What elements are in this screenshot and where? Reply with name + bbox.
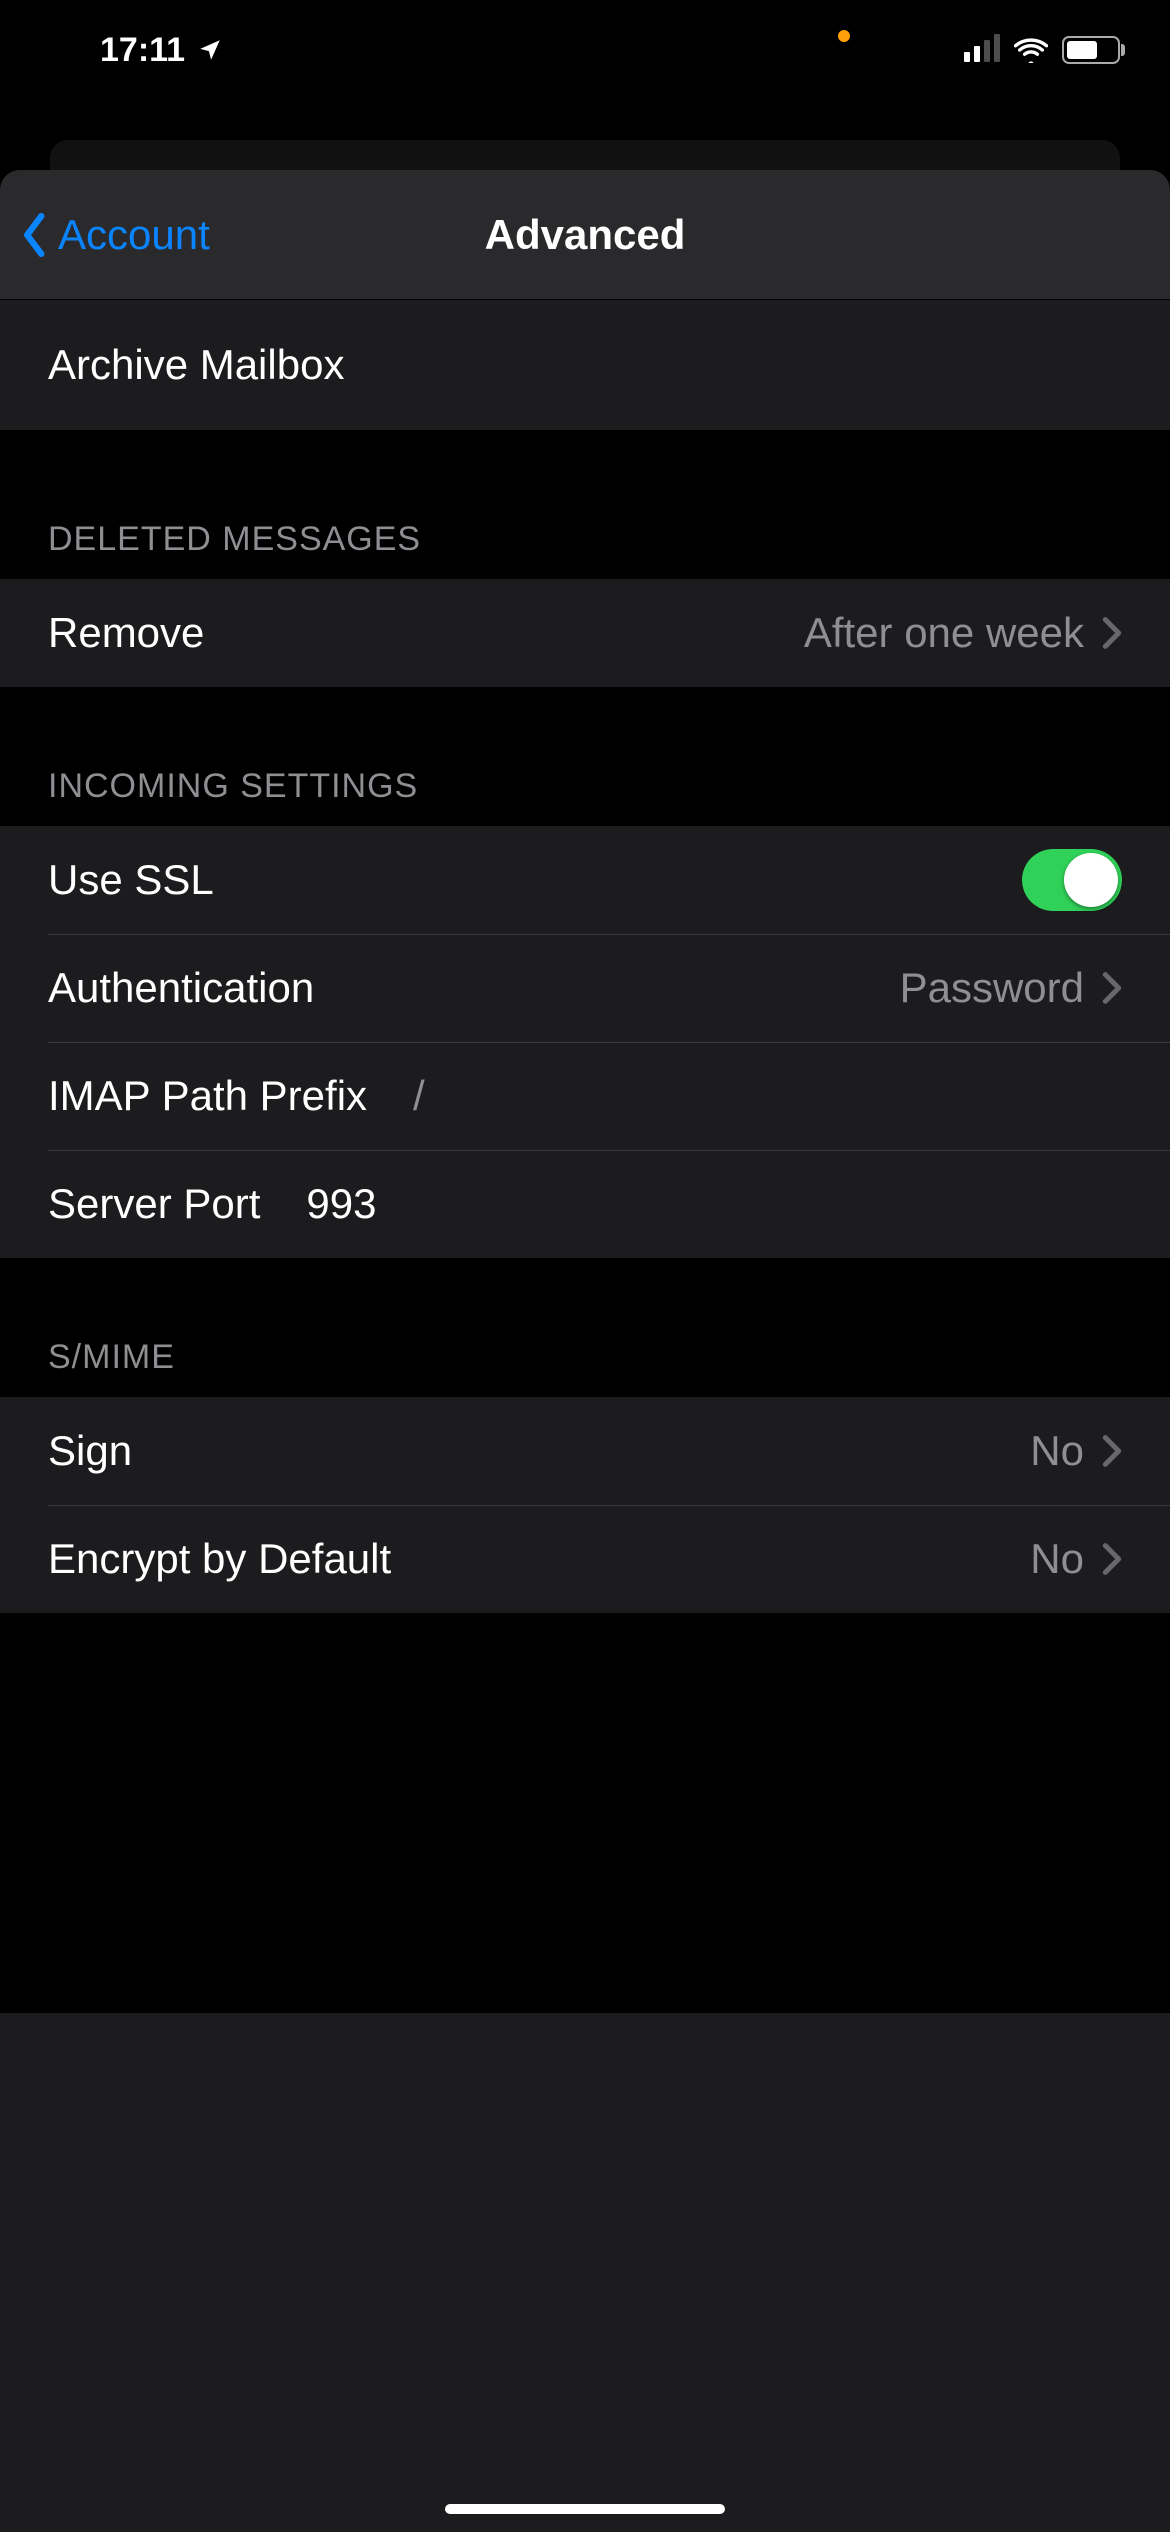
settings-content: Archive Mailbox DELETED MESSAGES Remove … <box>0 300 1170 2013</box>
chevron-right-icon <box>1102 616 1122 650</box>
encrypt-by-default-row[interactable]: Encrypt by Default No <box>0 1505 1170 1613</box>
back-label: Account <box>58 211 210 259</box>
sign-row[interactable]: Sign No <box>0 1397 1170 1505</box>
deleted-messages-header: DELETED MESSAGES <box>0 430 1170 579</box>
encrypt-label: Encrypt by Default <box>48 1535 391 1583</box>
nav-bar: Account Advanced <box>0 170 1170 300</box>
home-indicator[interactable] <box>445 2504 725 2514</box>
chevron-right-icon <box>1102 971 1122 1005</box>
sign-value: No <box>1030 1427 1084 1475</box>
use-ssl-label: Use SSL <box>48 856 214 904</box>
imap-path-prefix-value: / <box>413 1072 425 1120</box>
server-port-row[interactable]: Server Port 993 <box>0 1150 1170 1258</box>
remove-label: Remove <box>48 609 204 657</box>
wifi-icon <box>1014 37 1048 63</box>
status-time: 17:11 <box>100 31 185 70</box>
authentication-label: Authentication <box>48 964 314 1012</box>
recording-indicator-dot <box>838 30 850 42</box>
sign-label: Sign <box>48 1427 132 1475</box>
status-bar: 17:11 <box>0 0 1170 100</box>
chevron-left-icon <box>20 213 50 257</box>
settings-sheet: Account Advanced Archive Mailbox DELETED… <box>0 170 1170 2532</box>
archive-mailbox-row[interactable]: Archive Mailbox <box>0 300 1170 430</box>
imap-path-prefix-label: IMAP Path Prefix <box>48 1072 367 1120</box>
smime-header: S/MIME <box>0 1258 1170 1397</box>
remove-value: After one week <box>804 609 1084 657</box>
incoming-settings-header: INCOMING SETTINGS <box>0 687 1170 826</box>
server-port-label: Server Port <box>48 1180 260 1228</box>
server-port-value: 993 <box>306 1180 376 1228</box>
encrypt-value: No <box>1030 1535 1084 1583</box>
chevron-right-icon <box>1102 1434 1122 1468</box>
use-ssl-toggle[interactable] <box>1022 849 1122 911</box>
chevron-right-icon <box>1102 1542 1122 1576</box>
cellular-signal-icon <box>964 38 1000 62</box>
authentication-value: Password <box>900 964 1084 1012</box>
location-icon <box>197 37 223 63</box>
authentication-row[interactable]: Authentication Password <box>0 934 1170 1042</box>
remove-row[interactable]: Remove After one week <box>0 579 1170 687</box>
archive-mailbox-label: Archive Mailbox <box>48 341 344 389</box>
imap-path-prefix-row[interactable]: IMAP Path Prefix / <box>0 1042 1170 1150</box>
use-ssl-row: Use SSL <box>0 826 1170 934</box>
battery-icon <box>1062 36 1120 64</box>
back-button[interactable]: Account <box>0 211 210 259</box>
